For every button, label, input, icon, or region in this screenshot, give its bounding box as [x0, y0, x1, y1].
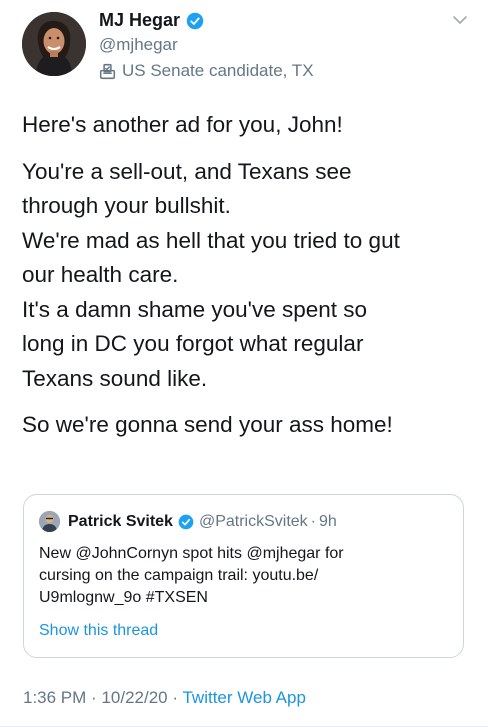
author-name-row: MJ Hegar: [99, 10, 204, 31]
tweet-text: Here's another ad for you, John! You're …: [22, 108, 472, 443]
show-thread-link[interactable]: Show this thread: [39, 622, 158, 640]
verified-badge-icon: [186, 12, 204, 29]
tweet-header: MJ Hegar @mjhegar US Senate candidate, T…: [0, 0, 488, 95]
tweet-line: through your bullshit.: [22, 193, 231, 218]
quoted-display-name: Patrick Svitek: [68, 512, 173, 530]
tweet-source-app[interactable]: Twitter Web App: [182, 688, 305, 707]
quoted-author-photo: [39, 511, 60, 532]
tweet-line: It's a damn shame you've spent so: [22, 296, 368, 322]
author-photo: [22, 12, 86, 76]
tweet-paragraph: So we're gonna send your ass home!: [22, 412, 393, 437]
chevron-down-icon[interactable]: [452, 12, 468, 28]
tweet-line: We're mad as hell that you tried to gut: [22, 227, 400, 253]
quoted-tweet-header: Patrick Svitek @PatrickSvitek · 9h: [39, 511, 337, 532]
ballot-box-icon: [99, 63, 116, 79]
tweet-date[interactable]: 10/22/20: [101, 688, 167, 707]
quoted-author-avatar: [39, 511, 60, 532]
tweet-time[interactable]: 1:36 PM: [23, 688, 86, 707]
meta-separator: ·: [172, 688, 179, 707]
author-display-name[interactable]: MJ Hegar: [99, 10, 180, 31]
tweet-line: You're a sell-out, and Texans see: [22, 158, 352, 184]
quoted-handle: @PatrickSvitek: [198, 512, 308, 530]
author-avatar[interactable]: [22, 12, 86, 76]
quoted-line: U9mlognw_9o #TXSEN: [39, 589, 208, 606]
author-handle[interactable]: @mjhegar: [99, 35, 178, 55]
tweet-line: Texans sound like.: [22, 365, 208, 391]
tweet-meta: 1:36 PM · 10/22/20 · Twitter Web App: [23, 688, 306, 708]
verified-badge-icon: [178, 514, 194, 529]
quoted-time: 9h: [319, 512, 337, 530]
quoted-line: cursing on the campaign trail: youtu.be/: [39, 567, 319, 584]
quoted-tweet[interactable]: Patrick Svitek @PatrickSvitek · 9h New @…: [23, 494, 464, 658]
quoted-line: New @JohnCornyn spot hits @mjhegar for: [39, 545, 344, 562]
tweet-paragraph: Here's another ad for you, John!: [22, 112, 343, 137]
tweet-line: long in DC you forgot what regular: [22, 331, 364, 356]
quoted-separator: ·: [310, 512, 316, 530]
author-label: US Senate candidate, TX: [99, 61, 314, 81]
tweet-paragraph: You're a sell-out, and Texans see throug…: [22, 155, 472, 397]
meta-separator: ·: [91, 688, 97, 707]
author-label-text: US Senate candidate, TX: [122, 61, 314, 80]
quoted-tweet-text: New @JohnCornyn spot hits @mjhegar for c…: [39, 543, 439, 609]
tweet-line: our health care.: [22, 262, 179, 287]
